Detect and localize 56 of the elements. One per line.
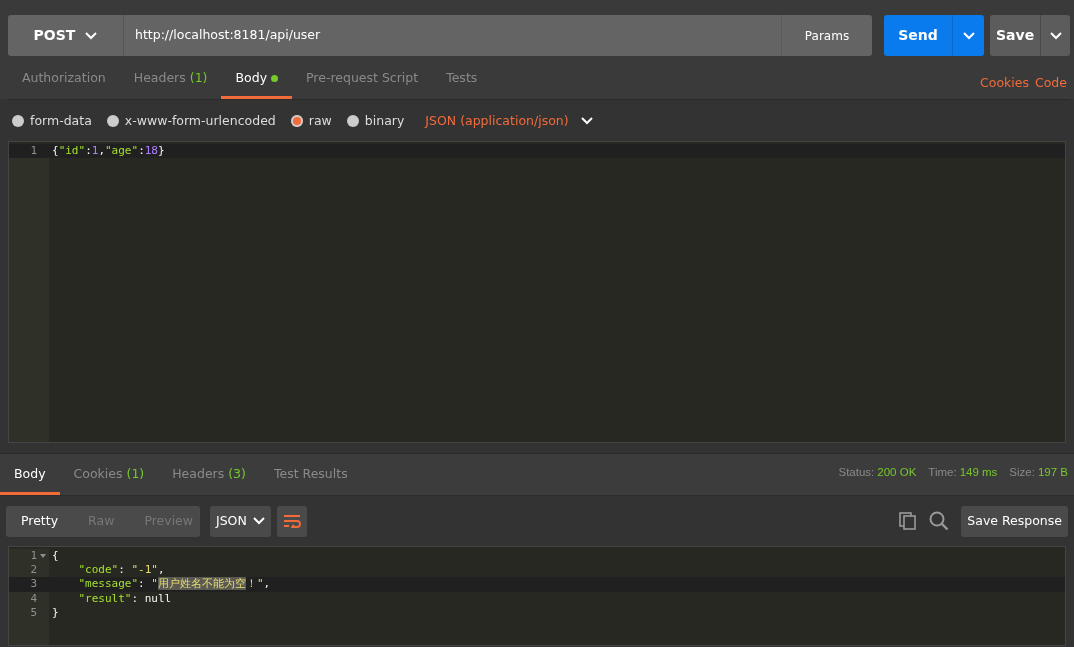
tab[interactable]: Cookies (1) [59,458,159,495]
meta-value: 149 ms [959,464,998,480]
code-line: "result": null [77,591,173,606]
tab[interactable]: Headers (1) [119,62,222,99]
code-line: "code": "-1", [77,563,166,578]
save-response-button[interactable]: Save Response [961,505,1068,537]
tab[interactable]: Test Results [259,458,362,495]
method-dropdown[interactable]: POST [8,15,124,56]
search-icon[interactable] [929,511,950,531]
code-line: } [51,605,60,620]
params-button[interactable]: Params [781,15,872,56]
view-mode-tab[interactable]: Pretty [6,505,74,537]
tab[interactable]: Headers (3) [158,458,260,495]
line-number: 1 [30,549,37,562]
tab[interactable]: Body [0,458,60,495]
tab[interactable]: Authorization [8,62,120,99]
send-options-button[interactable] [952,15,984,56]
wrap-lines-button[interactable] [276,505,307,537]
format-dropdown[interactable]: JSON [210,505,271,537]
meta-label: Size: [1009,464,1035,480]
meta-label: Time: [928,464,957,480]
chevron-down-icon [252,517,265,525]
line-number: 2 [30,563,37,577]
radio-button[interactable] [290,115,303,127]
send-button[interactable]: Send [884,15,952,56]
meta-value: 200 OK [877,464,917,480]
save-options-button[interactable] [1040,15,1070,56]
radio-button[interactable] [12,115,24,127]
chevron-down-icon [1049,32,1062,40]
line-number: 4 [30,591,37,605]
radio-label[interactable]: x-www-form-urlencoded [124,111,276,131]
radio-button[interactable] [346,115,359,127]
save-button[interactable]: Save [990,15,1040,56]
tab[interactable]: Tests [432,62,492,99]
chevron-down-icon [580,117,593,125]
url-input-field[interactable]: http://localhost:8181/api/user [124,15,781,56]
chevron-down-icon [85,31,98,40]
meta-label: Status: [838,464,875,480]
code-line: { [51,549,60,564]
line-number: 5 [30,605,37,619]
link[interactable]: Code [1035,74,1067,93]
radio-label[interactable]: raw [308,111,332,131]
tab[interactable]: Body [221,62,293,99]
radio-label[interactable]: form-data [30,111,92,131]
line-number: 1 [30,144,37,157]
line-number: 3 [30,577,37,591]
meta-value: 197 B [1037,464,1068,480]
radio-label[interactable]: binary [364,111,405,131]
copy-icon[interactable] [899,512,918,530]
tab[interactable]: Pre-request Script [292,62,433,99]
fold-arrow-icon[interactable] [40,554,46,558]
radio-button[interactable] [106,115,119,127]
wrap-lines-icon [282,514,301,528]
chevron-down-icon [962,32,975,40]
content-type-dropdown[interactable]: JSON (application/json) [419,110,599,132]
link[interactable]: Cookies [980,74,1029,93]
